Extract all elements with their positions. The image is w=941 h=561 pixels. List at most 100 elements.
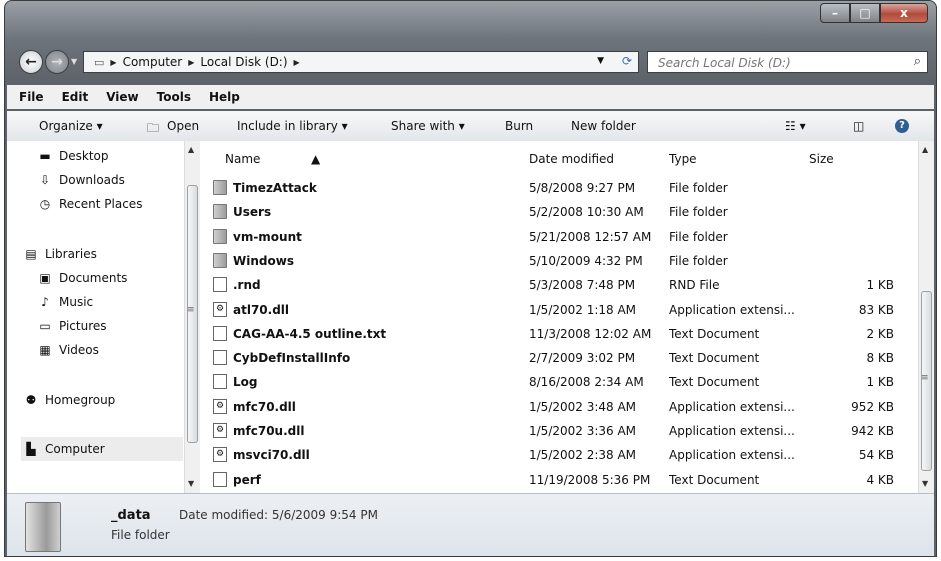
file-date-modified: 1/5/2002 2:38 AM [529,448,637,463]
minimize-button[interactable]: – [820,3,850,23]
file-row[interactable]: CAG-AA-4.5 outline.txt 11/3/2008 12:02 AM… [203,323,916,347]
column-header-name[interactable]: Name [225,152,260,166]
music-icon: ♪ [41,295,49,309]
file-name: .rnd [233,278,261,293]
menu-file[interactable]: File [19,90,44,104]
refresh-icon[interactable]: ⟳ [622,54,632,68]
file-size: 1 KB [866,278,894,293]
file-row[interactable]: Windows 5/10/2009 4:32 PM File folder [203,250,916,274]
caption-buttons: – □ x [820,3,928,23]
share-with-button[interactable]: Share with ▾ [391,119,465,133]
nav-item-downloads[interactable]: ⇩ Downloads [37,173,125,187]
file-row[interactable]: ⚙ mfc70u.dll 1/5/2002 3:36 AM Application e… [203,420,916,444]
file-date-modified: 8/16/2008 2:34 AM [529,375,644,390]
nav-label: Homegroup [45,393,116,407]
new-folder-button[interactable]: New folder [571,119,636,133]
help-icon[interactable]: ? [895,119,909,133]
file-row[interactable]: .rnd 5/3/2008 7:48 PM RND File 1 KB [203,274,916,298]
details-type: File folder [111,528,170,542]
forward-button[interactable]: → [45,50,69,74]
menu-edit[interactable]: Edit [62,90,89,104]
address-row: ← → ▼ ▭ ▶ Computer ▶ Local Disk (D:) ▶ ▼… [5,47,936,79]
menu-help[interactable]: Help [209,90,240,104]
file-type: Application extensi... [669,399,795,414]
back-arrow-icon: ← [25,54,37,70]
nav-item-music[interactable]: ♪ Music [37,295,93,309]
breadcrumb-computer[interactable]: Computer [123,55,183,69]
back-button[interactable]: ← [19,50,43,74]
nav-item-homegroup[interactable]: ⚉ Homegroup [23,393,116,407]
dll-file-icon: ⚙ [213,447,227,463]
scroll-down-icon[interactable]: ▼ [922,479,928,488]
menu-view[interactable]: View [106,90,138,104]
nav-item-recent-places[interactable]: ◷ Recent Places [37,197,143,211]
file-row[interactable]: vm-mount 5/21/2008 12:57 AM File folder [203,226,916,250]
file-size: 2 KB [866,326,894,341]
file-type: Text Document [669,375,760,390]
column-header-date[interactable]: Date modified [529,152,614,166]
file-scrollbar[interactable]: ▲ ≡ ▼ [918,141,934,493]
breadcrumb-separator-icon[interactable]: ▶ [188,58,194,67]
file-size: 952 KB [851,399,894,414]
file-date-modified: 5/8/2008 9:27 PM [529,181,636,195]
column-header-size[interactable]: Size [809,152,834,166]
nav-item-videos[interactable]: ▦ Videos [37,343,99,357]
dll-file-icon: ⚙ [213,398,227,414]
navigation-pane: ▬ Desktop ⇩ Downloads ◷ Recent Places ▤ Libr… [7,141,184,493]
dll-file-icon: ⚙ [213,423,227,438]
file-type: File folder [669,253,728,268]
text-file-icon [213,277,227,293]
menu-tools[interactable]: Tools [157,90,191,104]
scroll-down-icon[interactable]: ▼ [188,479,194,488]
file-row[interactable]: CybDefInstallInfo 2/7/2009 3:02 PM Text Do… [203,347,916,371]
nav-item-desktop[interactable]: ▬ Desktop [37,149,109,163]
folder-icon [213,228,227,244]
column-header-type[interactable]: Type [669,152,697,166]
nav-item-documents[interactable]: ▣ Documents [37,271,127,285]
text-file-icon [213,350,227,366]
maximize-button[interactable]: □ [850,3,880,23]
file-row[interactable]: perf 11/19/2008 5:36 PM Text Document 4 KB [203,469,916,493]
nav-item-pictures[interactable]: ▭ Pictures [37,319,106,333]
file-type: Application extensi... [669,448,795,463]
nav-scrollbar[interactable]: ▲ ≡ ▼ [184,141,200,493]
breadcrumb-local-disk[interactable]: Local Disk (D:) [200,55,287,69]
nav-label: Desktop [59,149,109,163]
nav-label: Libraries [45,247,97,261]
recent-pages-dropdown[interactable]: ▼ [71,57,77,66]
file-row[interactable]: ⚙ mfc70.dll 1/5/2002 3:48 AM Application ex… [203,396,916,420]
view-options-icon[interactable]: ☷ ▾ [785,119,806,133]
include-in-library-button[interactable]: Include in library ▾ [237,119,348,133]
nav-item-libraries[interactable]: ▤ Libraries [23,247,97,261]
menu-bar: File Edit View Tools Help [7,85,934,109]
file-row[interactable]: Log 8/16/2008 2:34 AM Text Document 1 KB [203,371,916,395]
breadcrumb-separator-icon[interactable]: ▶ [110,58,116,67]
breadcrumb-separator-icon[interactable]: ▶ [294,58,300,67]
nav-item-computer[interactable]: ▙ Computer [21,437,183,461]
downloads-icon: ⇩ [39,173,51,187]
address-dropdown-icon[interactable]: ▼ [597,56,604,66]
scroll-up-icon[interactable]: ▲ [922,145,928,154]
scroll-up-icon[interactable]: ▲ [188,145,194,154]
file-size: 1 KB [866,375,894,390]
search-icon[interactable]: ⌕ [914,54,921,69]
address-bar[interactable]: ▭ ▶ Computer ▶ Local Disk (D:) ▶ ▼ ⟳ [83,51,639,73]
file-name: Log [233,375,258,390]
open-button[interactable]: Open [167,119,199,133]
search-input[interactable] [656,55,900,71]
file-row[interactable]: ⚙ atl70.dll 1/5/2002 1:18 AM Application ex… [203,299,916,323]
folder-icon [213,252,227,268]
close-button[interactable]: x [880,3,928,23]
videos-icon: ▦ [39,343,51,357]
file-size: 4 KB [866,472,894,487]
search-box[interactable]: ⌕ [647,51,928,73]
file-row[interactable]: TimezAttack 5/8/2008 9:27 PM File folder [203,177,916,201]
file-name: atl70.dll [233,302,290,317]
file-row[interactable]: ⚙ msvci70.dll 1/5/2002 2:38 AM Application … [203,444,916,468]
file-size: 54 KB [858,448,894,463]
burn-button[interactable]: Burn [505,119,533,133]
organize-button[interactable]: Organize ▾ [39,119,103,133]
forward-arrow-icon: → [51,54,63,70]
preview-pane-icon[interactable]: ◫ [853,119,864,133]
file-row[interactable]: Users 5/2/2008 10:30 AM File folder [203,201,916,225]
